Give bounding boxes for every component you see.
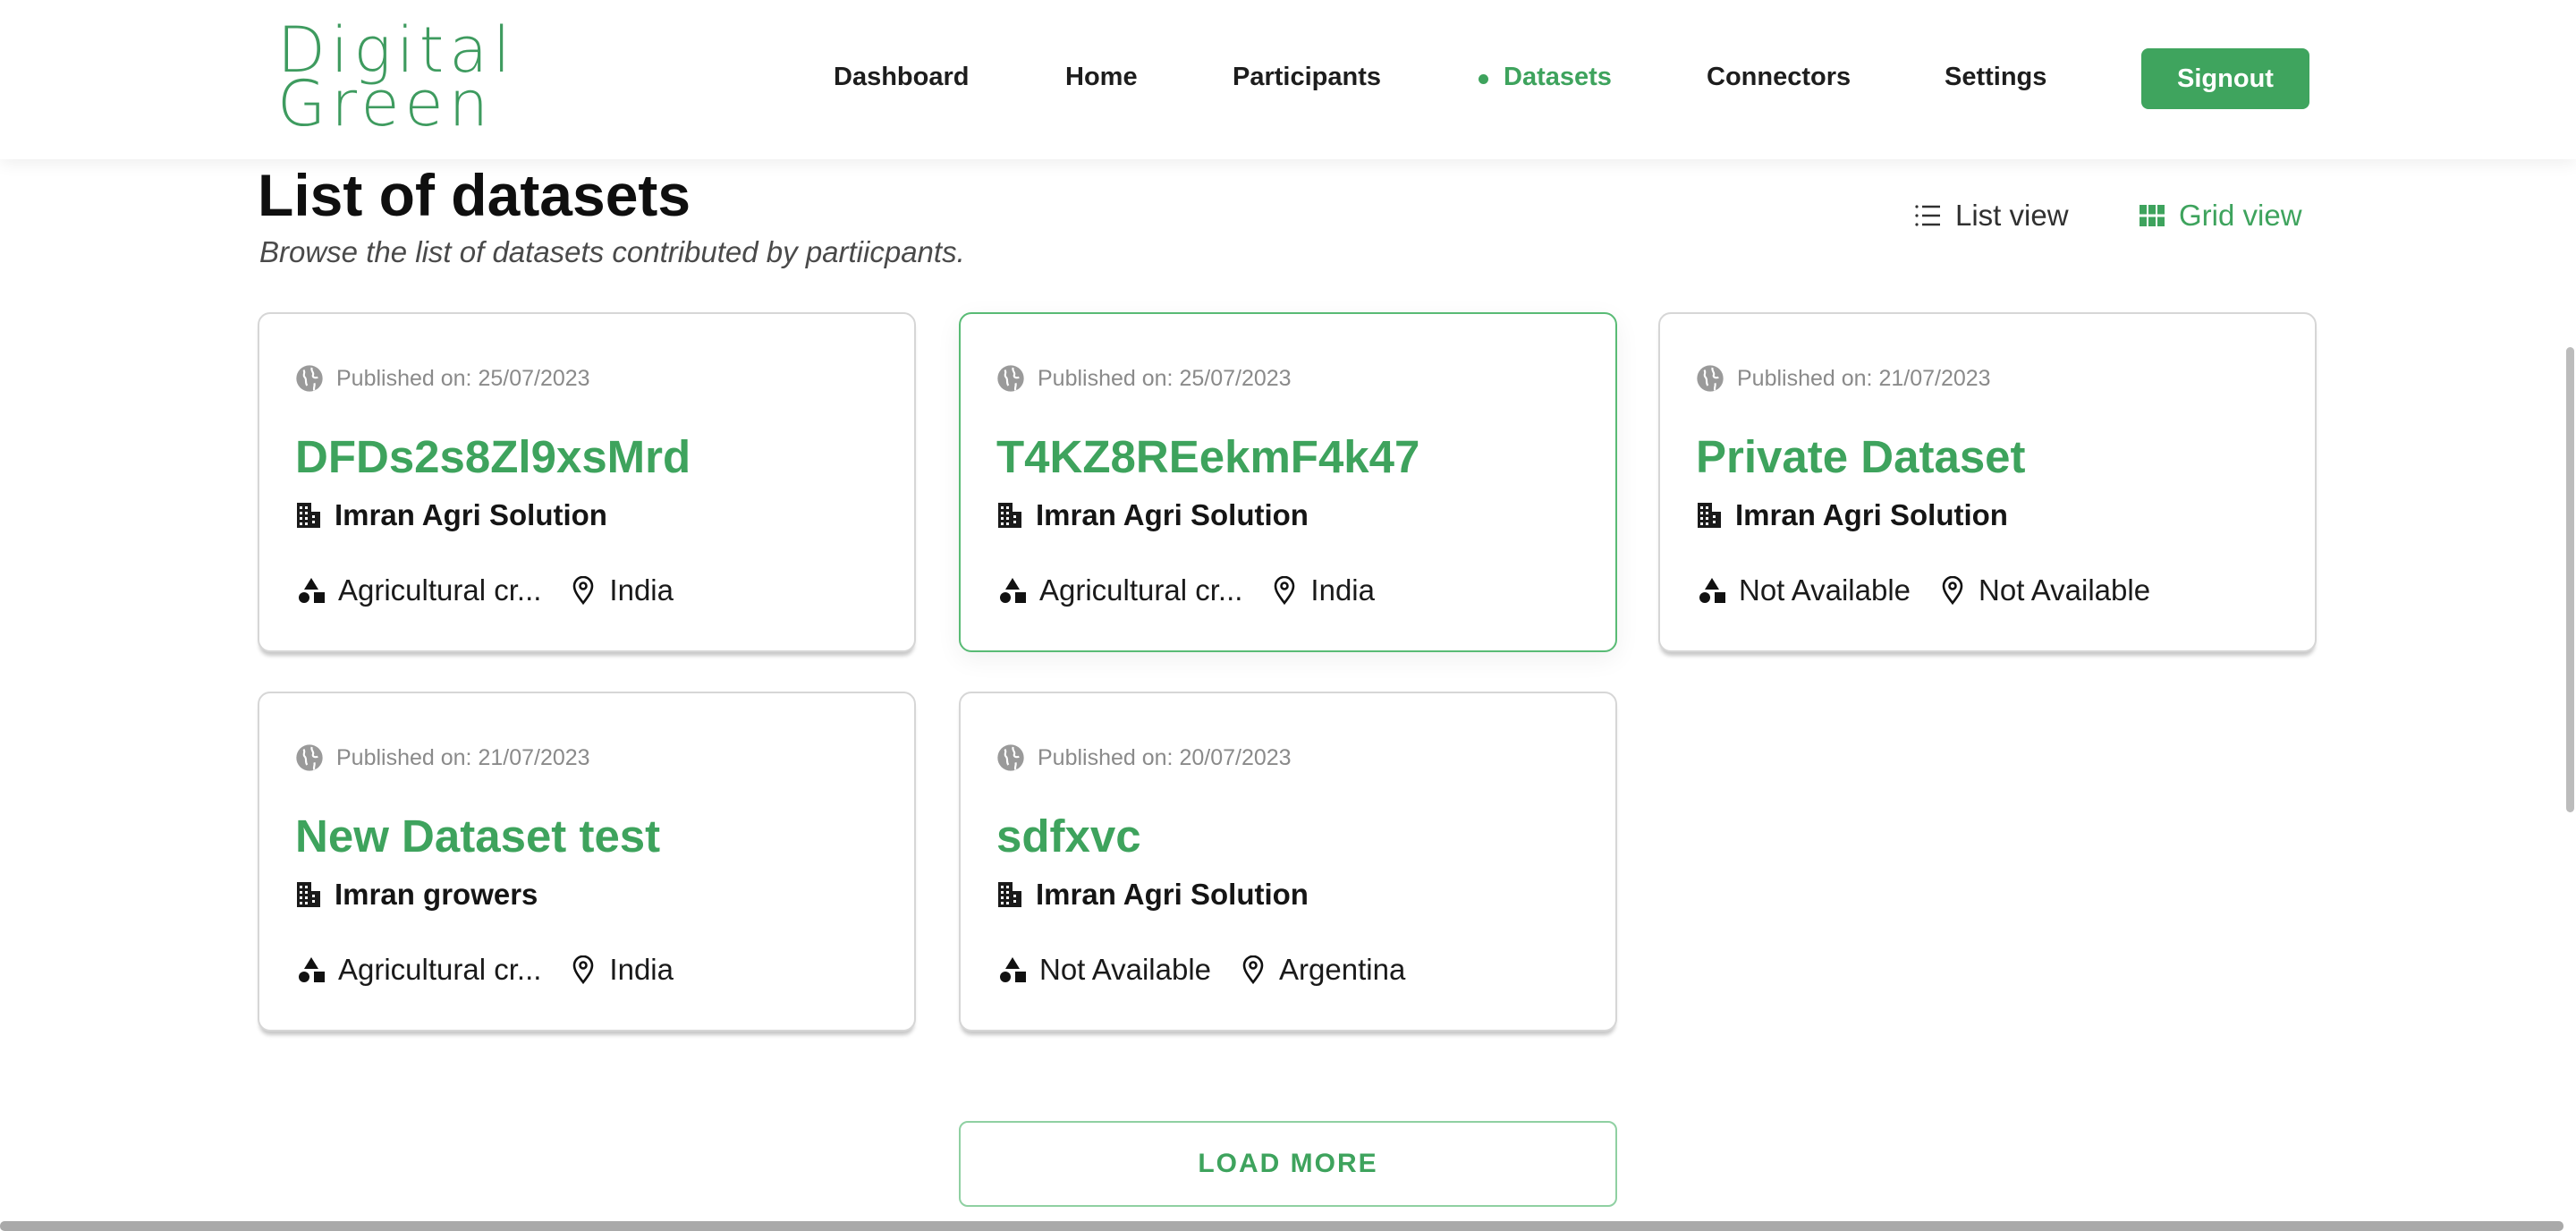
nav-settings[interactable]: Settings [1945,63,2046,92]
organization-name: Imran Agri Solution [335,498,607,531]
published-date-text: Published on: 20/07/2023 [1038,744,1292,770]
map-pin-icon [1242,955,1264,984]
nav-home[interactable]: Home [1065,63,1138,92]
grid-view-label: Grid view [2179,199,2302,232]
published-date-text: Published on: 21/07/2023 [336,744,590,770]
dataset-title[interactable]: T4KZ8REekmF4k47 [996,430,1419,483]
list-view-label: List view [1955,199,2069,232]
dataset-location: Argentina [1241,953,1405,987]
shapes-icon [1000,578,1026,603]
category-label: Agricultural cr... [1039,573,1243,607]
building-icon [1698,503,1721,528]
published-date-text: Published on: 25/07/2023 [1038,365,1292,391]
load-more-button[interactable]: LOAD MORE [959,1121,1617,1207]
category-label: Not Available [1039,953,1212,986]
nav-datasets-label: Datasets [1504,63,1612,91]
map-pin-icon [1942,576,1963,605]
location-label: India [609,953,674,986]
nav-connectors[interactable]: Connectors [1707,63,1851,92]
published-date: Published on: 25/07/2023 [295,364,590,393]
category-label: Agricultural cr... [338,953,542,986]
dataset-category: Agricultural cr... [297,953,541,987]
map-pin-icon [1275,576,1295,605]
dataset-card[interactable]: Published on: 21/07/2023 New Dataset tes… [258,692,916,1031]
top-header: Digital Green Dashboard Home Participant… [0,0,2576,159]
dataset-organization: Imran growers [295,878,538,912]
dataset-category: Not Available [1698,573,1911,607]
globe-icon [1697,365,1724,392]
location-label: Not Available [1979,573,2151,607]
dataset-location: India [572,573,674,607]
published-date-text: Published on: 25/07/2023 [336,365,590,391]
page-title: List of datasets [258,162,691,228]
dataset-card[interactable]: Published on: 20/07/2023 sdfxvc Imran Ag… [959,692,1617,1031]
building-icon [998,503,1021,528]
dataset-category: Not Available [998,953,1211,987]
shapes-icon [1699,578,1725,603]
signout-button[interactable]: Signout [2141,48,2309,109]
dataset-meta: Agricultural cr... India [297,573,674,607]
organization-name: Imran Agri Solution [1036,498,1309,531]
published-date: Published on: 20/07/2023 [996,743,1292,772]
active-indicator-dot [1479,74,1488,84]
organization-name: Imran growers [335,878,538,911]
location-label: Argentina [1279,953,1406,986]
dataset-card[interactable]: Published on: 21/07/2023 Private Dataset… [1658,312,2317,652]
dataset-card[interactable]: Published on: 25/07/2023 T4KZ8REekmF4k47… [959,312,1617,652]
dataset-location: India [572,953,674,987]
nav-participants[interactable]: Participants [1233,63,1381,92]
dataset-meta: Not Available Argentina [998,953,1405,987]
map-pin-icon [573,576,594,605]
map-pin-icon [573,955,594,984]
dataset-title[interactable]: sdfxvc [996,810,1141,862]
dataset-title[interactable]: New Dataset test [295,810,660,862]
dataset-organization: Imran Agri Solution [996,878,1309,912]
location-label: India [1310,573,1375,607]
globe-icon [997,744,1024,771]
location-label: India [609,573,674,607]
vertical-scrollbar-thumb[interactable] [2566,347,2574,812]
dataset-category: Agricultural cr... [998,573,1242,607]
dataset-meta: Agricultural cr... India [297,953,674,987]
published-date: Published on: 25/07/2023 [996,364,1292,393]
globe-icon [296,365,323,392]
list-view-toggle[interactable]: List view [1914,199,2069,233]
shapes-icon [1000,957,1026,982]
dataset-category: Agricultural cr... [297,573,541,607]
building-icon [297,503,320,528]
published-date-text: Published on: 21/07/2023 [1737,365,1991,391]
grid-icon [2140,205,2165,226]
dataset-location: India [1273,573,1375,607]
dataset-meta: Not Available Not Available [1698,573,2150,607]
dataset-organization: Imran Agri Solution [996,498,1309,532]
grid-view-toggle[interactable]: Grid view [2140,199,2302,233]
dataset-title[interactable]: Private Dataset [1696,430,2026,483]
category-label: Agricultural cr... [338,573,542,607]
dataset-organization: Imran Agri Solution [1696,498,2008,532]
shapes-icon [299,957,325,982]
nav-dashboard[interactable]: Dashboard [834,63,969,92]
category-label: Not Available [1739,573,1911,607]
building-icon [297,882,320,907]
dataset-meta: Agricultural cr... India [998,573,1375,607]
building-icon [998,882,1021,907]
published-date: Published on: 21/07/2023 [1696,364,1991,393]
dataset-title[interactable]: DFDs2s8Zl9xsMrd [295,430,691,483]
dataset-organization: Imran Agri Solution [295,498,607,532]
dataset-card[interactable]: Published on: 25/07/2023 DFDs2s8Zl9xsMrd… [258,312,916,652]
nav-datasets[interactable]: Datasets [1479,63,1612,92]
shapes-icon [299,578,325,603]
globe-icon [997,365,1024,392]
list-icon [1915,205,1940,226]
dataset-location: Not Available [1941,573,2150,607]
organization-name: Imran Agri Solution [1036,878,1309,911]
page: Digital Green Dashboard Home Participant… [0,0,2576,1231]
published-date: Published on: 21/07/2023 [295,743,590,772]
page-subtitle: Browse the list of datasets contributed … [259,235,965,268]
globe-icon [296,744,323,771]
horizontal-scrollbar[interactable] [0,1221,2563,1231]
organization-name: Imran Agri Solution [1735,498,2008,531]
